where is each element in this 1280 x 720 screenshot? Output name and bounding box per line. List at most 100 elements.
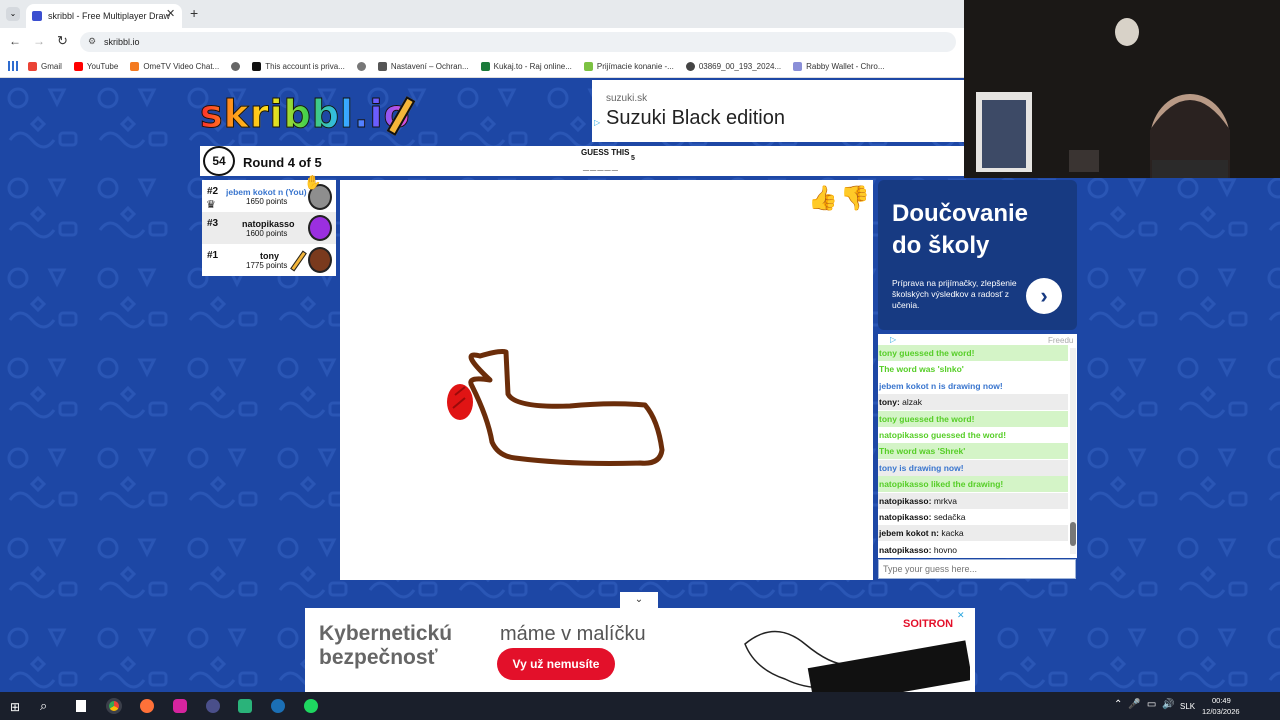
player-avatar (308, 215, 332, 241)
clock-time[interactable]: 00:49 (1212, 696, 1231, 705)
bookmark-youtube[interactable]: YouTube (73, 62, 118, 71)
crown-icon: ♛ (206, 199, 216, 211)
player-rank: #2 (207, 186, 219, 197)
chat-sender: tony: (879, 397, 900, 408)
chat-text: natopikasso guessed the word! (879, 430, 1007, 440)
bottom-ad-cta-button[interactable]: Vy už nemusíte (497, 648, 615, 680)
bookmark-document[interactable]: 03869_00_193_2024... (685, 62, 781, 71)
side-ad-arrow-button[interactable]: › (1026, 278, 1062, 314)
chat-message: tony: alzak (878, 394, 1068, 411)
player-row[interactable]: #1 tony 1775 points (202, 244, 336, 276)
chat-message: natopikasso liked the drawing! (878, 476, 1068, 493)
tab-title: skribbl - Free Multiplayer Draw (48, 11, 171, 21)
bookmark-globe[interactable] (231, 62, 241, 71)
chat-message: The word was 'Shrek' (878, 443, 1068, 460)
bookmark-rabby[interactable]: Rabby Wallet - Chro... (793, 62, 885, 71)
app-icon[interactable] (238, 699, 252, 713)
guess-input[interactable] (878, 559, 1076, 579)
bottom-ad-banner[interactable]: Kybernetickú bezpečnosť máme v malíčku V… (305, 608, 975, 692)
bookmark-gmail[interactable]: Gmail (28, 62, 62, 71)
bookmark-ometv[interactable]: OmeTV Video Chat... (130, 62, 219, 71)
bookmark-kukaj[interactable]: Kukaj.to - Raj online... (480, 62, 572, 71)
chat-message: tony is drawing now! (878, 459, 1068, 476)
skribbl-logo[interactable]: skribbl.io (200, 92, 420, 140)
side-ad-title: Doučovanie do školy (892, 200, 1029, 259)
dislike-button[interactable]: 👎 (840, 184, 870, 213)
reload-icon[interactable]: ↻ (57, 33, 68, 49)
windows-start-icon[interactable]: ⊞ (10, 700, 20, 714)
webcam-overlay (964, 0, 1280, 186)
apps-icon[interactable] (8, 61, 18, 71)
file-explorer-icon[interactable] (76, 700, 86, 712)
new-tab-icon[interactable]: + (190, 5, 198, 21)
url-text: skribbl.io (104, 37, 140, 47)
side-ad[interactable]: Doučovanie do školy Príprava na prijímač… (878, 180, 1077, 330)
chat-text: The word was 'Shrek' (879, 446, 966, 457)
player-name: natopikasso (242, 219, 295, 229)
bookmark-settings[interactable]: Nastavení – Ochran... (377, 62, 469, 71)
ad-choices-icon[interactable]: ▷ (594, 118, 600, 127)
chat-text: The word was 'slnko' (879, 364, 964, 375)
chat-sender: natopikasso: (879, 544, 932, 555)
forward-icon[interactable]: → (33, 34, 45, 48)
drawing-pencil-icon (290, 250, 307, 272)
site-info-icon[interactable]: ⚙ (88, 36, 96, 47)
back-icon[interactable]: ← (9, 34, 21, 48)
timer: 54 (212, 154, 226, 168)
ad-domain: suzuki.sk (606, 93, 648, 104)
chat-text: tony guessed the word! (879, 348, 975, 358)
instagram-icon[interactable] (173, 699, 187, 713)
bottom-ad-tagline: máme v malíčku (500, 623, 646, 645)
close-tab-icon[interactable]: ✕ (166, 7, 175, 20)
hint-word: _ _ _ _ _ (583, 160, 618, 172)
player-name: jebem kokot n (You) (226, 187, 307, 197)
clock-date[interactable]: 12/03/2026 (1202, 707, 1240, 716)
like-button[interactable]: 👍 (808, 184, 838, 213)
hand-keyboard-illustration (744, 630, 970, 692)
player-rank: #1 (207, 250, 219, 261)
steam-icon[interactable] (271, 699, 285, 713)
address-bar[interactable]: ⚙ skribbl.io (80, 32, 956, 52)
hint-label: GUESS THIS (581, 148, 630, 157)
chat-message: natopikasso: hovno (878, 541, 1068, 558)
chrome-icon[interactable] (106, 698, 122, 714)
player-points: 1650 points (246, 197, 288, 206)
bookmark-prijimacie[interactable]: Prijímacie konanie -... (583, 62, 674, 71)
pointer-hand-icon: ✋ (304, 174, 322, 190)
top-ad-banner[interactable]: suzuki.sk Suzuki Black edition ▷ (592, 80, 964, 142)
player-list: #2 ♛ jebem kokot n (You) 1650 points ✋ #… (202, 174, 336, 276)
player-points: 1775 points (246, 261, 288, 270)
collapse-ad-button[interactable]: ⌄ (620, 592, 658, 608)
search-icon[interactable]: ⌕ (40, 698, 47, 714)
bottom-ad-headline: Kybernetickú bezpečnosť (319, 622, 453, 669)
chat-message: natopikasso guessed the word! (878, 427, 1068, 443)
chat-ad-brand: Freedu (1048, 336, 1074, 345)
player-rank: #3 (207, 218, 219, 229)
language-indicator[interactable]: SLK (1180, 702, 1195, 711)
firefox-icon[interactable] (140, 699, 154, 713)
chat-message: natopikasso: mrkva (878, 492, 1068, 509)
spotify-icon[interactable] (304, 699, 318, 713)
ad-info-icon[interactable]: ▷ (890, 335, 896, 344)
chat-text: alzak (902, 397, 922, 408)
obs-icon[interactable] (206, 699, 220, 713)
chat-scroll-thumb[interactable] (1070, 522, 1076, 546)
chat-box: ▷ Freedu tony guessed the word! The word … (878, 334, 1077, 558)
player-name: tony (260, 251, 279, 261)
side-ad-text: Príprava na prijímačky, zlepšenie školsk… (892, 278, 1017, 310)
drawing-canvas[interactable]: 👍 👎 (340, 180, 873, 580)
tab-search-icon[interactable]: ⌄ (6, 7, 20, 21)
chat-text: jebem kokot n is drawing now! (879, 380, 1003, 391)
browser-tab[interactable]: skribbl - Free Multiplayer Draw (26, 4, 182, 28)
chat-text: hovno (933, 544, 957, 555)
bookmark-tiktok[interactable]: This account is priva... (252, 62, 345, 71)
ad-title: Suzuki Black edition (606, 107, 785, 129)
tray-icons[interactable]: ⌃🎤▭🔊 (1114, 699, 1181, 710)
player-row[interactable]: #2 ♛ jebem kokot n (You) 1650 points ✋ (202, 174, 336, 212)
chat-sender: natopikasso: (879, 495, 932, 506)
player-row[interactable]: #3 natopikasso 1600 points (202, 212, 336, 244)
browser-tabstrip: ⌄ skribbl - Free Multiplayer Draw ✕ + (0, 0, 964, 28)
bookmark-chrome[interactable] (356, 62, 366, 71)
chat-message: The word was 'slnko' (878, 361, 1068, 378)
chat-sender: jebem kokot n: (879, 528, 939, 539)
